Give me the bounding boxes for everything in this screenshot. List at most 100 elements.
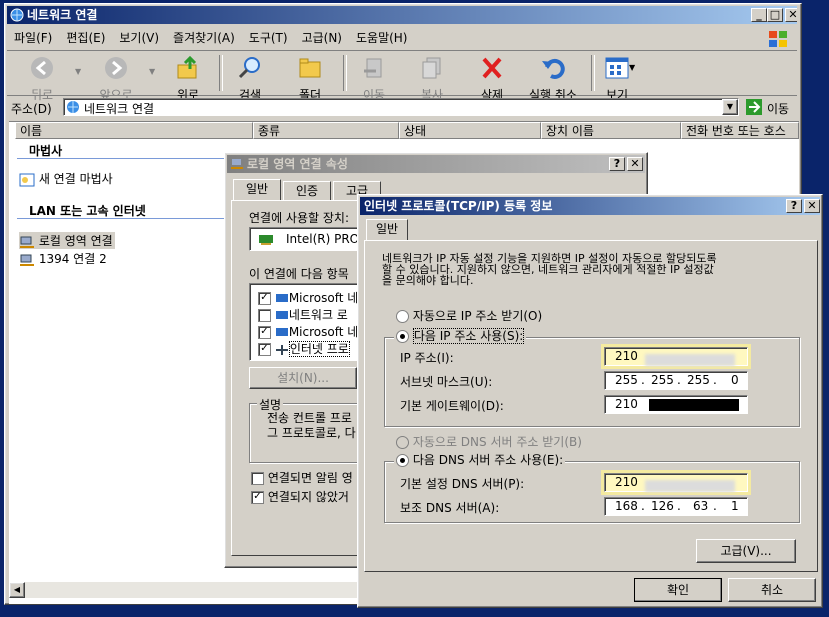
explorer-titlebar[interactable]: 네트워크 연결 _ □ ✕ xyxy=(7,6,797,24)
gateway-label: 기본 게이트웨이(D): xyxy=(400,399,504,413)
subnet-octet-1: 255 xyxy=(615,373,638,387)
lan-help-button[interactable]: ? xyxy=(609,157,625,171)
item-label: 새 연결 마법사 xyxy=(38,172,113,186)
tcpip-help-button[interactable]: ? xyxy=(786,199,802,213)
notify-option[interactable]: 연결되면 알림 영 xyxy=(251,469,353,486)
views-dropdown-icon[interactable]: ▼ xyxy=(629,63,635,72)
gateway-octet-1: 210 xyxy=(615,397,638,411)
menu-help[interactable]: 도움말(H) xyxy=(349,28,415,48)
column-status[interactable]: 상태 xyxy=(399,122,541,139)
menu-favorites[interactable]: 즐겨찾기(A) xyxy=(166,28,242,48)
ip-address-field[interactable]: 210 xyxy=(604,347,748,366)
back-dropdown-icon[interactable]: ▼ xyxy=(75,67,81,76)
component-item[interactable]: 네트워크 로 xyxy=(258,306,348,323)
maximize-button[interactable]: □ xyxy=(767,8,783,22)
manual-ip-label: 다음 IP 주소 사용(S): xyxy=(412,328,525,344)
subnet-mask-field[interactable]: 255. 255. 255. 0 xyxy=(604,371,748,390)
preferred-dns-field[interactable]: 210 xyxy=(604,473,748,492)
tcpip-close-button[interactable]: ✕ xyxy=(804,199,820,213)
column-name[interactable]: 이름 xyxy=(15,122,253,139)
auto-dns-option[interactable]: 자동으로 DNS 서버 주소 받기(B) xyxy=(396,433,582,450)
gateway-field[interactable]: 210 xyxy=(604,395,748,414)
cancel-button[interactable]: 취소 xyxy=(728,578,816,602)
component-checkbox[interactable] xyxy=(258,309,271,322)
go-button[interactable]: 이동 xyxy=(745,98,797,116)
service-icon xyxy=(275,310,288,319)
ok-button[interactable]: 확인 xyxy=(634,578,722,602)
lan-properties-titlebar[interactable]: 로컬 영역 연결 속성 ? ✕ xyxy=(227,155,645,173)
lan-connection-icon xyxy=(20,236,34,248)
move-button[interactable]: 이동 xyxy=(351,51,397,103)
scroll-left-button[interactable]: ◀ xyxy=(9,582,25,598)
advanced-button[interactable]: 고급(V)... xyxy=(696,539,796,563)
copy-button[interactable]: 복사 xyxy=(409,51,455,103)
manual-ip-radio[interactable] xyxy=(396,330,409,343)
limited-option[interactable]: ✓ 연결되지 않았거 xyxy=(251,488,349,505)
alternate-dns-field[interactable]: 168. 126. 63. 1 xyxy=(604,497,748,516)
auto-ip-option[interactable]: 자동으로 IP 주소 받기(O) xyxy=(396,307,542,324)
menu-advanced[interactable]: 고급(N) xyxy=(295,28,349,48)
tcpip-titlebar[interactable]: 인터넷 프로토콜(TCP/IP) 등록 정보 ? ✕ xyxy=(360,197,820,215)
menu-file[interactable]: 파일(F) xyxy=(7,28,59,48)
tab-authentication[interactable]: 인증 xyxy=(283,181,331,201)
column-type[interactable]: 종류 xyxy=(253,122,399,139)
tab-general[interactable]: 일반 xyxy=(233,179,281,201)
minimize-button[interactable]: _ xyxy=(751,8,767,22)
auto-dns-radio[interactable] xyxy=(396,436,409,449)
tab-general[interactable]: 일반 xyxy=(366,219,408,241)
close-button[interactable]: ✕ xyxy=(785,8,797,22)
toolbar-separator-3 xyxy=(591,55,595,91)
notify-checkbox[interactable] xyxy=(251,472,264,485)
manual-dns-option[interactable]: 다음 DNS 서버 주소 사용(E): xyxy=(394,451,566,468)
search-button[interactable]: 검색 xyxy=(227,51,273,103)
notify-label: 연결되면 알림 영 xyxy=(267,471,353,485)
column-phone-host[interactable]: 전화 번호 또는 호스 xyxy=(681,122,799,139)
service-icon xyxy=(275,327,288,336)
manual-ip-option[interactable]: 다음 IP 주소 사용(S): xyxy=(394,327,527,344)
up-button[interactable]: 위로 xyxy=(165,51,211,103)
back-button[interactable]: 뒤로 xyxy=(17,51,67,103)
component-item[interactable]: ✓ Microsoft 네 xyxy=(258,289,358,306)
folders-button[interactable]: 폴더 xyxy=(287,51,333,103)
list-item-new-connection-wizard[interactable]: 새 연결 마법사 xyxy=(19,170,113,187)
toolbar: 뒤로 ▼ 앞으로 ▼ 위로 검색 폴더 이동 복사 삭제 실행 취소 보기 ▼ xyxy=(7,51,797,102)
auto-dns-label: 자동으로 DNS 서버 주소 받기(B) xyxy=(412,435,582,449)
limited-label: 연결되지 않았거 xyxy=(267,490,349,504)
delete-button[interactable]: 삭제 xyxy=(469,51,515,103)
address-input[interactable]: 네트워크 연결 ▼ xyxy=(63,98,739,116)
lan-properties-title: 로컬 영역 연결 속성 xyxy=(247,157,348,171)
group-divider xyxy=(17,158,229,159)
delete-x-icon xyxy=(482,57,502,79)
preferred-dns-label: 기본 설정 DNS 서버(P): xyxy=(400,477,525,491)
toolbar-separator xyxy=(219,55,223,91)
column-device-name[interactable]: 장치 이름 xyxy=(541,122,681,139)
component-label: Microsoft 네 xyxy=(288,291,359,305)
menu-view[interactable]: 보기(V) xyxy=(112,28,166,48)
lan-close-button[interactable]: ✕ xyxy=(627,157,643,171)
forward-button[interactable]: 앞으로 xyxy=(91,51,141,103)
pref-dns-octet-1: 210 xyxy=(615,475,638,489)
component-item[interactable]: ✓ 인터넷 프로 xyxy=(258,340,350,357)
component-checkbox[interactable]: ✓ xyxy=(258,326,271,339)
component-item[interactable]: ✓ Microsoft 네 xyxy=(258,323,358,340)
component-checkbox[interactable]: ✓ xyxy=(258,292,271,305)
menu-tools[interactable]: 도구(T) xyxy=(242,28,295,48)
address-dropdown-button[interactable]: ▼ xyxy=(722,99,738,115)
auto-ip-radio[interactable] xyxy=(396,310,409,323)
list-item-1394-connection[interactable]: 1394 연결 2 xyxy=(19,250,107,267)
component-checkbox[interactable]: ✓ xyxy=(258,343,271,356)
list-item-local-area-connection[interactable]: 로컬 영역 연결 xyxy=(19,232,115,249)
install-button[interactable]: 설치(N)... xyxy=(249,367,357,389)
copy-to-icon xyxy=(422,57,441,79)
components-label: 이 연결에 다음 항목 xyxy=(249,267,349,281)
manual-dns-radio[interactable] xyxy=(396,454,409,467)
alt-dns-octet-3: 63 xyxy=(693,499,709,513)
undo-button[interactable]: 실행 취소 xyxy=(523,51,583,103)
component-label: Microsoft 네 xyxy=(288,325,359,339)
forward-arrow-icon xyxy=(105,57,127,79)
limited-checkbox[interactable]: ✓ xyxy=(251,491,264,504)
forward-dropdown-icon[interactable]: ▼ xyxy=(149,67,155,76)
menu-edit[interactable]: 편집(E) xyxy=(59,28,112,48)
views-button[interactable]: 보기 xyxy=(597,51,637,103)
alt-dns-octet-4: 1 xyxy=(731,499,739,513)
